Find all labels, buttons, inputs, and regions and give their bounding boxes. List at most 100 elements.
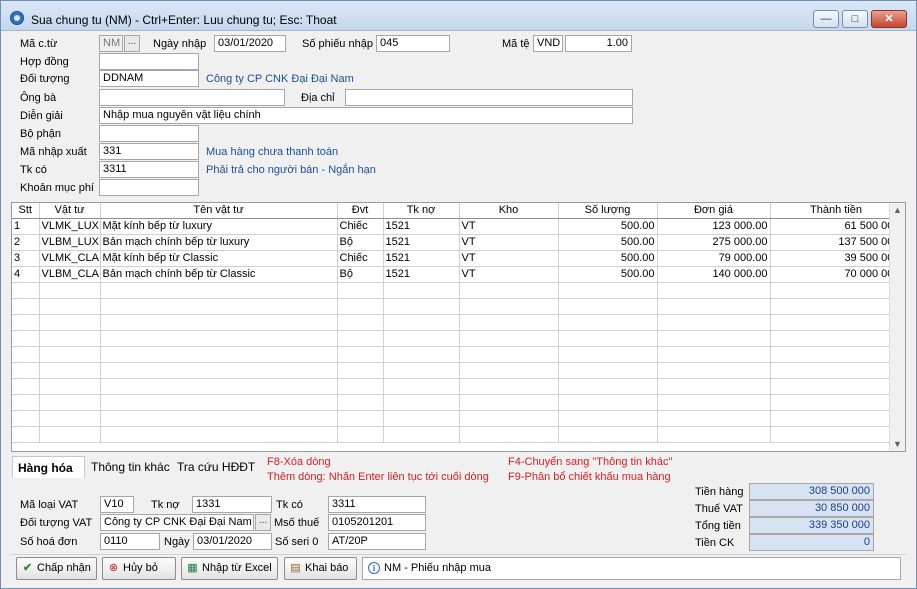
empty-row[interactable] <box>12 282 905 299</box>
empty-cell[interactable] <box>558 426 658 443</box>
close-button[interactable]: ✕ <box>871 10 907 28</box>
empty-cell[interactable] <box>383 362 460 379</box>
col-header-dvt[interactable]: Đvt <box>337 203 384 219</box>
cell-thanh-tien[interactable]: 137 500 000 <box>770 234 903 251</box>
dia-chi-field[interactable] <box>345 89 633 106</box>
table-row[interactable]: 4 VLBM_CLA Bản mạch chính bếp từ Classic… <box>12 266 905 283</box>
doi-tuong-vat-field[interactable]: Công ty CP CNK Đại Đại Nam <box>100 514 254 531</box>
empty-cell[interactable] <box>459 282 559 299</box>
cell-so-luong[interactable]: 500.00 <box>558 250 658 267</box>
empty-cell[interactable] <box>770 346 903 363</box>
tk-no-vat-field[interactable]: 1331 <box>192 496 272 513</box>
empty-cell[interactable] <box>558 378 658 395</box>
cell-vat-tu[interactable]: VLBM_LUX <box>39 234 101 251</box>
tab-hang-hoa[interactable]: Hàng hóa <box>12 456 85 478</box>
ma-loai-vat-field[interactable]: V10 <box>100 496 134 513</box>
empty-cell[interactable] <box>100 330 338 347</box>
empty-cell[interactable] <box>39 394 101 411</box>
empty-cell[interactable] <box>100 314 338 331</box>
empty-row[interactable] <box>12 426 905 443</box>
cell-thanh-tien[interactable]: 61 500 000 <box>770 218 903 235</box>
empty-cell[interactable] <box>383 346 460 363</box>
empty-cell[interactable] <box>558 394 658 411</box>
ma-ct-browse-button[interactable]: ... <box>124 35 140 52</box>
grid-vertical-scrollbar[interactable]: ▲ ▼ <box>889 203 905 451</box>
ma-nhap-xuat-field[interactable]: 331 <box>99 143 199 160</box>
cell-tk-no[interactable]: 1521 <box>383 266 460 283</box>
empty-cell[interactable] <box>459 394 559 411</box>
empty-cell[interactable] <box>459 298 559 315</box>
empty-cell[interactable] <box>12 378 40 395</box>
col-header-vat-tu[interactable]: Vật tư <box>39 203 101 219</box>
empty-cell[interactable] <box>770 314 903 331</box>
empty-cell[interactable] <box>459 362 559 379</box>
minimize-button[interactable]: — <box>813 10 839 28</box>
empty-cell[interactable] <box>459 426 559 443</box>
empty-cell[interactable] <box>657 346 771 363</box>
empty-cell[interactable] <box>100 378 338 395</box>
empty-cell[interactable] <box>770 410 903 427</box>
empty-cell[interactable] <box>12 362 40 379</box>
cell-so-luong[interactable]: 500.00 <box>558 234 658 251</box>
empty-cell[interactable] <box>337 282 384 299</box>
empty-cell[interactable] <box>558 410 658 427</box>
empty-cell[interactable] <box>383 410 460 427</box>
cell-ten-vat-tu[interactable]: Mặt kính bếp từ Classic <box>100 250 338 267</box>
so-hoa-don-field[interactable]: 0110 <box>100 533 160 550</box>
empty-cell[interactable] <box>558 346 658 363</box>
cell-so-luong[interactable]: 500.00 <box>558 218 658 235</box>
empty-cell[interactable] <box>100 346 338 363</box>
khoan-muc-phi-field[interactable] <box>99 179 199 196</box>
empty-cell[interactable] <box>657 378 771 395</box>
empty-cell[interactable] <box>337 378 384 395</box>
empty-row[interactable] <box>12 298 905 315</box>
empty-cell[interactable] <box>100 394 338 411</box>
empty-cell[interactable] <box>100 282 338 299</box>
empty-cell[interactable] <box>12 298 40 315</box>
col-header-stt[interactable]: Stt <box>12 203 40 219</box>
empty-cell[interactable] <box>657 410 771 427</box>
table-row[interactable]: 2 VLBM_LUX Bản mạch chính bếp từ luxury … <box>12 234 905 251</box>
empty-cell[interactable] <box>657 314 771 331</box>
empty-cell[interactable] <box>770 426 903 443</box>
empty-cell[interactable] <box>100 410 338 427</box>
empty-cell[interactable] <box>337 362 384 379</box>
cell-dvt[interactable]: Chiếc <box>337 218 384 235</box>
empty-cell[interactable] <box>383 282 460 299</box>
cell-kho[interactable]: VT <box>459 234 559 251</box>
empty-row[interactable] <box>12 330 905 347</box>
empty-cell[interactable] <box>383 378 460 395</box>
empty-cell[interactable] <box>39 298 101 315</box>
chap-nhan-button[interactable]: ✔ Chấp nhận <box>16 557 97 580</box>
empty-cell[interactable] <box>12 394 40 411</box>
empty-cell[interactable] <box>383 314 460 331</box>
ty-gia-field[interactable]: 1.00 <box>565 35 632 52</box>
cell-don-gia[interactable]: 123 000.00 <box>657 218 771 235</box>
cell-dvt[interactable]: Bộ <box>337 234 384 251</box>
empty-cell[interactable] <box>100 362 338 379</box>
empty-cell[interactable] <box>12 346 40 363</box>
cell-tk-no[interactable]: 1521 <box>383 250 460 267</box>
empty-cell[interactable] <box>39 282 101 299</box>
empty-cell[interactable] <box>39 378 101 395</box>
empty-row[interactable] <box>12 314 905 331</box>
cell-dvt[interactable]: Bộ <box>337 266 384 283</box>
scroll-down-icon[interactable]: ▼ <box>890 437 905 451</box>
cell-kho[interactable]: VT <box>459 250 559 267</box>
empty-cell[interactable] <box>558 314 658 331</box>
cell-vat-tu[interactable]: VLBM_CLA <box>39 266 101 283</box>
col-header-thanh-tien[interactable]: Thành tiền <box>770 203 903 219</box>
ngay-hoa-don-field[interactable]: 03/01/2020 <box>193 533 272 550</box>
empty-cell[interactable] <box>657 362 771 379</box>
empty-cell[interactable] <box>383 394 460 411</box>
cell-tk-no[interactable]: 1521 <box>383 234 460 251</box>
empty-cell[interactable] <box>558 362 658 379</box>
cell-don-gia[interactable]: 79 000.00 <box>657 250 771 267</box>
empty-row[interactable] <box>12 378 905 395</box>
doi-tuong-vat-browse-button[interactable]: ... <box>255 514 271 531</box>
tk-co-vat-field[interactable]: 3311 <box>328 496 426 513</box>
cell-dvt[interactable]: Chiếc <box>337 250 384 267</box>
col-header-ten-vat-tu[interactable]: Tên vật tư <box>100 203 338 219</box>
cell-kho[interactable]: VT <box>459 266 559 283</box>
nhap-excel-button[interactable]: ▦ Nhập từ Excel <box>181 557 278 580</box>
